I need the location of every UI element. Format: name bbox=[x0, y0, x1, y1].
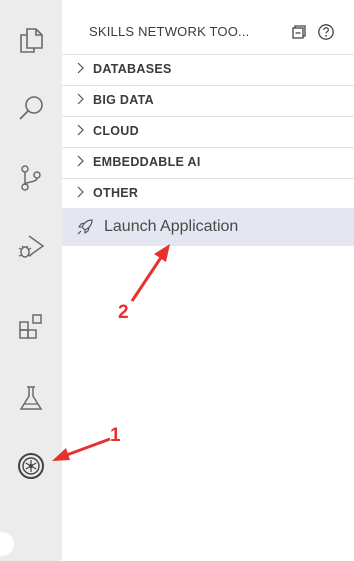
extensions-button[interactable] bbox=[11, 306, 51, 346]
annotation-label-1: 1 bbox=[110, 425, 121, 446]
source-control-icon bbox=[21, 165, 41, 191]
activity-bar bbox=[0, 0, 62, 561]
skills-network-sidebar: SKILLS NETWORK TOO... DATABASES BIG DATA… bbox=[62, 0, 354, 561]
section-label: CLOUD bbox=[93, 124, 139, 138]
section-databases[interactable]: DATABASES bbox=[62, 54, 354, 83]
skills-network-button[interactable] bbox=[11, 446, 51, 486]
section-label: BIG DATA bbox=[93, 93, 154, 107]
accounts-indicator bbox=[0, 532, 14, 556]
sidebar-title: SKILLS NETWORK TOO... bbox=[89, 24, 250, 39]
testing-icon bbox=[19, 386, 43, 410]
chevron-right-icon bbox=[77, 62, 84, 74]
annotation-label-2: 2 bbox=[118, 302, 129, 323]
collapse-all-icon bbox=[292, 25, 306, 39]
launch-application-item[interactable]: Launch Application bbox=[62, 208, 354, 246]
section-label: OTHER bbox=[93, 186, 139, 200]
help-button[interactable] bbox=[315, 21, 337, 43]
extensions-icon bbox=[19, 314, 42, 339]
source-control-button[interactable] bbox=[11, 158, 51, 198]
section-embeddable-ai[interactable]: EMBEDDABLE AI bbox=[62, 147, 354, 176]
section-label: DATABASES bbox=[93, 62, 172, 76]
search-icon bbox=[19, 96, 43, 120]
sidebar-header: SKILLS NETWORK TOO... bbox=[62, 18, 354, 46]
collapse-all-button[interactable] bbox=[288, 21, 310, 43]
testing-button[interactable] bbox=[11, 378, 51, 418]
run-debug-button[interactable] bbox=[11, 226, 51, 266]
search-button[interactable] bbox=[11, 88, 51, 128]
explorer-button[interactable] bbox=[11, 20, 51, 60]
chevron-right-icon bbox=[77, 93, 84, 105]
explorer-icon bbox=[20, 28, 43, 53]
section-other[interactable]: OTHER bbox=[62, 178, 354, 207]
section-big-data[interactable]: BIG DATA bbox=[62, 85, 354, 114]
chevron-right-icon bbox=[77, 155, 84, 167]
rocket-icon bbox=[77, 219, 93, 235]
section-label: EMBEDDABLE AI bbox=[93, 155, 201, 169]
chevron-right-icon bbox=[77, 124, 84, 136]
chevron-right-icon bbox=[77, 186, 84, 198]
skills-network-icon bbox=[18, 453, 44, 479]
launch-application-label: Launch Application bbox=[104, 218, 239, 235]
help-icon bbox=[318, 24, 334, 40]
section-cloud[interactable]: CLOUD bbox=[62, 116, 354, 145]
run-debug-icon bbox=[18, 235, 45, 258]
